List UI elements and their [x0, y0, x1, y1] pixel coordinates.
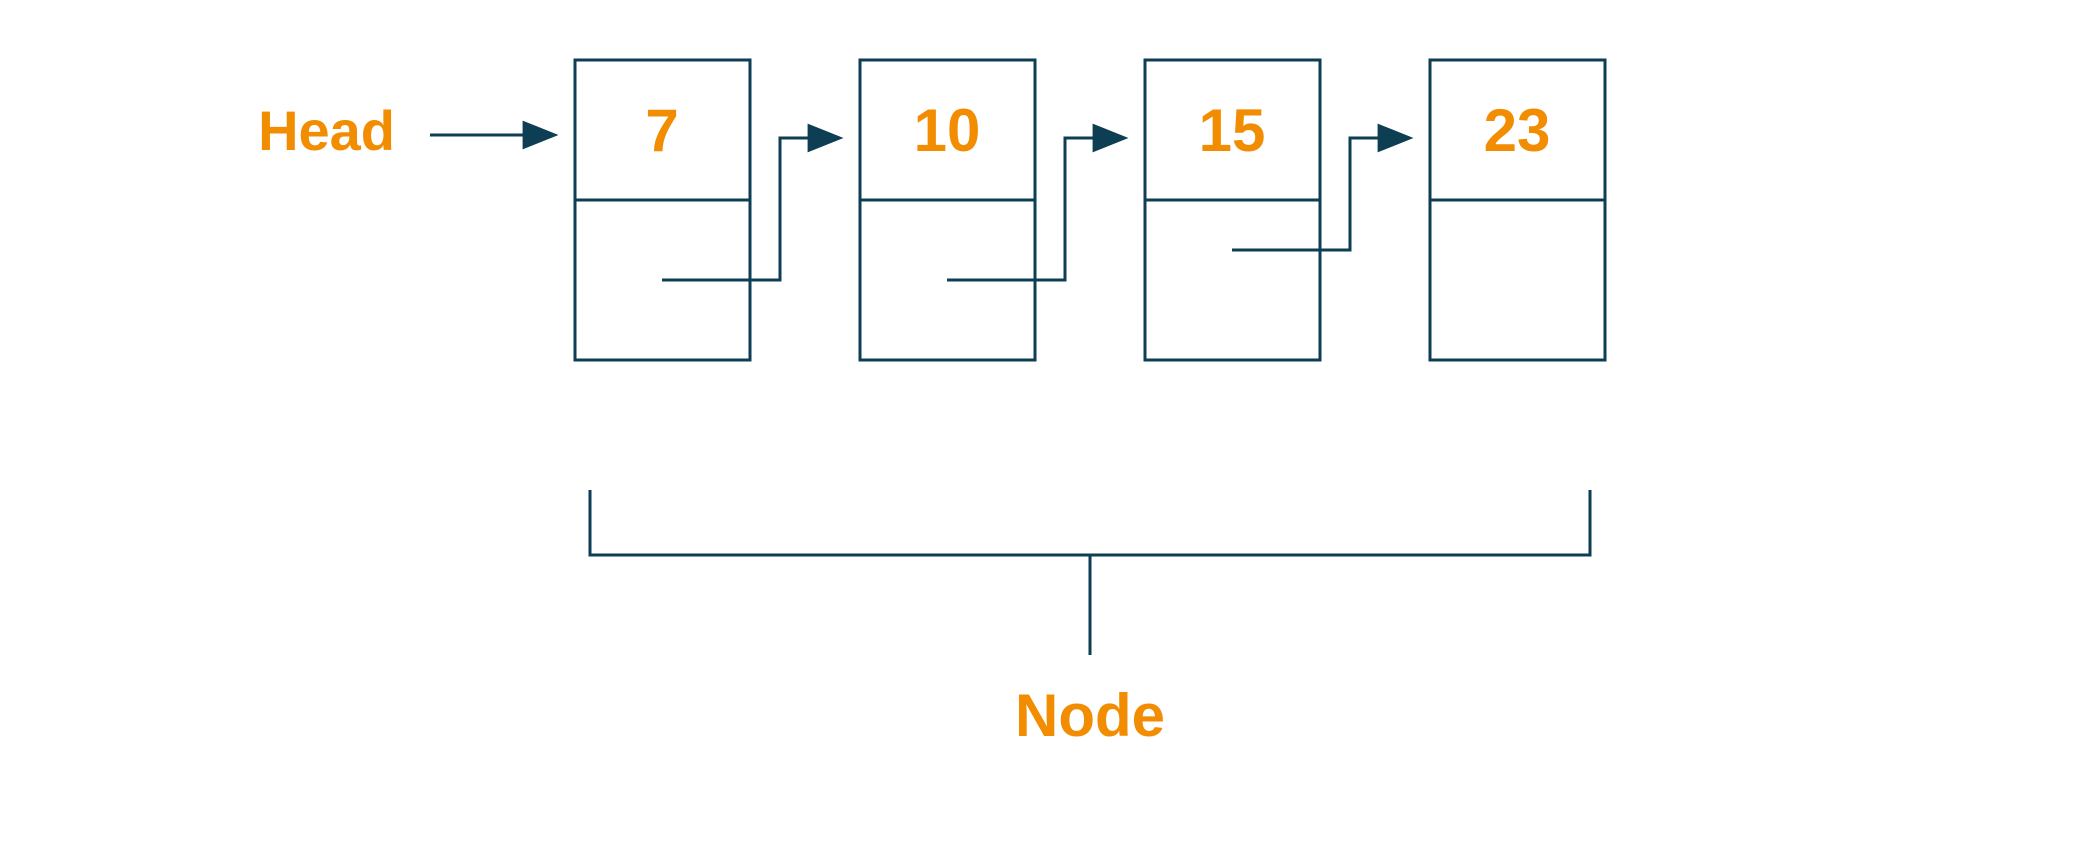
node-label: Node [1015, 682, 1165, 749]
node-4-value: 23 [1484, 97, 1551, 164]
linked-list-diagram: Head 7 10 15 23 Node [0, 0, 2100, 842]
node-2: 10 [860, 60, 1035, 360]
node-2-value: 10 [914, 97, 981, 164]
node-1: 7 [575, 60, 750, 360]
node-4: 23 [1430, 60, 1605, 360]
node-1-value: 7 [645, 97, 678, 164]
nodes-bracket [590, 490, 1590, 655]
node-3: 15 [1145, 60, 1320, 360]
head-label: Head [258, 99, 395, 162]
node-3-value: 15 [1199, 97, 1266, 164]
